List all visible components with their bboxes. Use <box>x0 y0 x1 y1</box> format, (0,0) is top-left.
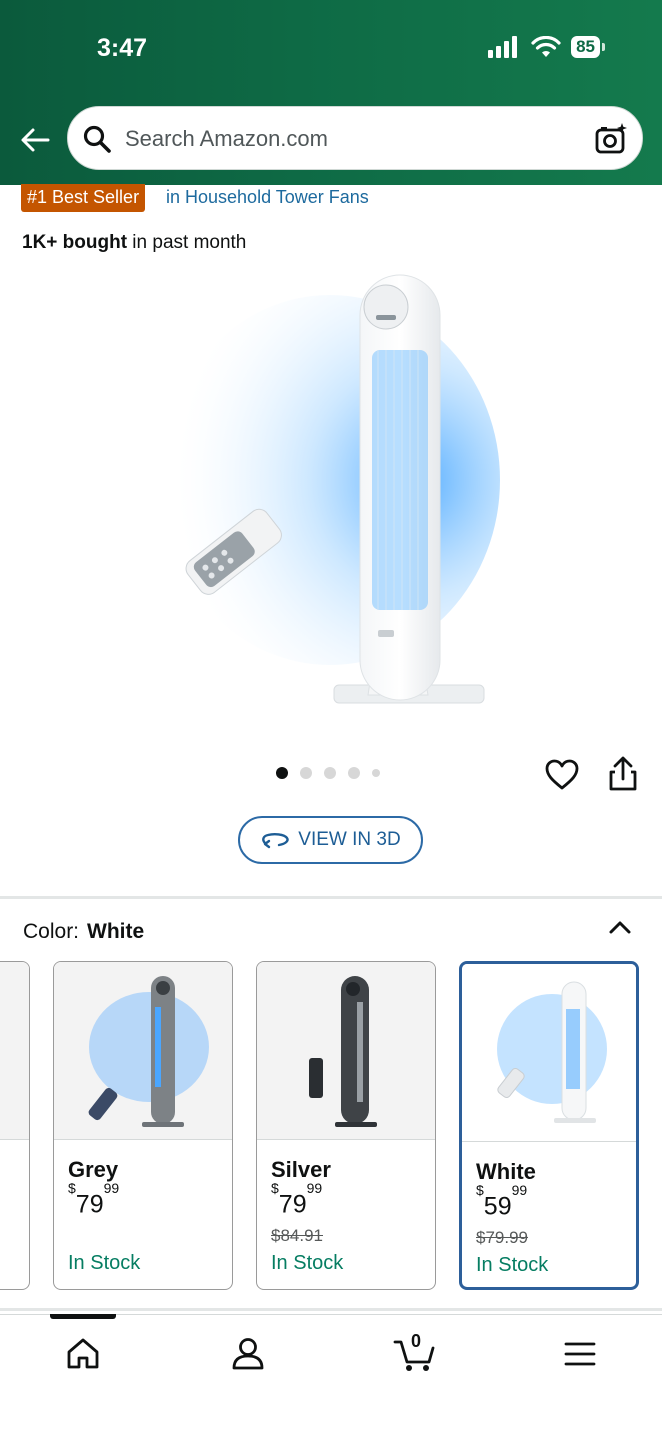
search-icon <box>83 125 111 153</box>
battery-indicator: 85 <box>571 36 605 58</box>
swatch-price: $7999 <box>271 1180 322 1219</box>
menu-icon[interactable] <box>560 1334 600 1374</box>
best-seller-badge[interactable]: #1 Best Seller <box>21 184 146 212</box>
swatch-price: $5999 <box>476 1182 527 1221</box>
image-carousel-dots[interactable] <box>276 767 380 779</box>
color-label: Color: <box>23 920 80 943</box>
grey-fan-image <box>88 976 209 1127</box>
section-divider <box>0 896 662 899</box>
selected-color: White <box>87 920 145 943</box>
heart-icon[interactable] <box>544 757 580 793</box>
color-swatch-grey[interactable]: Grey $7999 In Stock <box>53 961 233 1290</box>
price-cents: 99 <box>306 1180 323 1196</box>
carousel-dot-2[interactable] <box>300 767 312 779</box>
swatch-stock: In Stock <box>68 1252 141 1274</box>
bought-count-bold: 1K+ bought <box>22 232 128 253</box>
swatch-list-price: $79.99 <box>476 1228 528 1247</box>
white-fan-image <box>497 981 607 1123</box>
swatch-thumbnail <box>462 964 636 1142</box>
active-tab-indicator <box>50 1314 116 1319</box>
status-time: 3:47 <box>97 34 148 62</box>
price-cents: 99 <box>511 1182 528 1198</box>
best-seller-category-link[interactable]: in Household Tower Fans <box>166 187 369 208</box>
swatch-list-price: $84.91 <box>271 1226 323 1245</box>
swatch-thumbnail <box>0 962 29 1140</box>
back-arrow-icon[interactable] <box>18 123 52 157</box>
currency-symbol: $ <box>68 1180 76 1196</box>
view-in-3d-label: VIEW IN 3D <box>298 829 401 850</box>
camera-search-icon[interactable] <box>594 122 628 156</box>
account-icon[interactable] <box>228 1334 268 1374</box>
cart-count: 0 <box>411 1331 422 1351</box>
price-dollars: 59 <box>483 1192 512 1221</box>
section-divider <box>0 1308 662 1311</box>
price-dollars: 79 <box>75 1190 104 1219</box>
wifi-icon <box>531 36 561 57</box>
app-header: 3:47 85 <box>0 0 662 185</box>
view-in-3d-button[interactable]: VIEW IN 3D <box>238 816 423 864</box>
currency-symbol: $ <box>271 1180 279 1196</box>
swatch-stock: In Stock <box>476 1254 549 1276</box>
rotate-3d-icon <box>262 833 289 849</box>
swatch-price: $7999 <box>68 1180 119 1219</box>
price-cents: 99 <box>103 1180 120 1196</box>
swatch-thumbnail <box>54 962 232 1140</box>
bought-count-suffix: in past month <box>127 232 247 253</box>
signal-icon <box>488 36 518 58</box>
color-swatch-silver[interactable]: Silver $7999 $84.91 In Stock <box>256 961 436 1290</box>
color-swatch-previous[interactable] <box>0 961 30 1290</box>
carousel-dot-4[interactable] <box>348 767 360 779</box>
swatch-thumbnail <box>257 962 435 1140</box>
carousel-dot-3[interactable] <box>324 767 336 779</box>
silver-fan-image <box>309 976 377 1127</box>
color-swatch-white[interactable]: White $5999 $79.99 In Stock <box>459 961 639 1290</box>
search-bar[interactable] <box>67 106 643 170</box>
currency-symbol: $ <box>476 1182 484 1198</box>
price-dollars: 79 <box>278 1190 307 1219</box>
product-image[interactable] <box>150 265 530 725</box>
status-icons: 85 <box>487 36 605 58</box>
carousel-dot-5[interactable] <box>372 769 380 777</box>
share-icon[interactable] <box>606 755 640 793</box>
chevron-up-icon[interactable] <box>606 914 634 942</box>
search-input[interactable] <box>125 126 565 152</box>
bottom-navigation <box>0 1314 662 1440</box>
bought-count: 1K+ bought in past month <box>22 232 246 254</box>
color-label-row: Color: White <box>23 920 144 944</box>
home-icon[interactable] <box>63 1334 103 1374</box>
carousel-dot-1[interactable] <box>276 767 288 779</box>
swatch-stock: In Stock <box>271 1252 344 1274</box>
